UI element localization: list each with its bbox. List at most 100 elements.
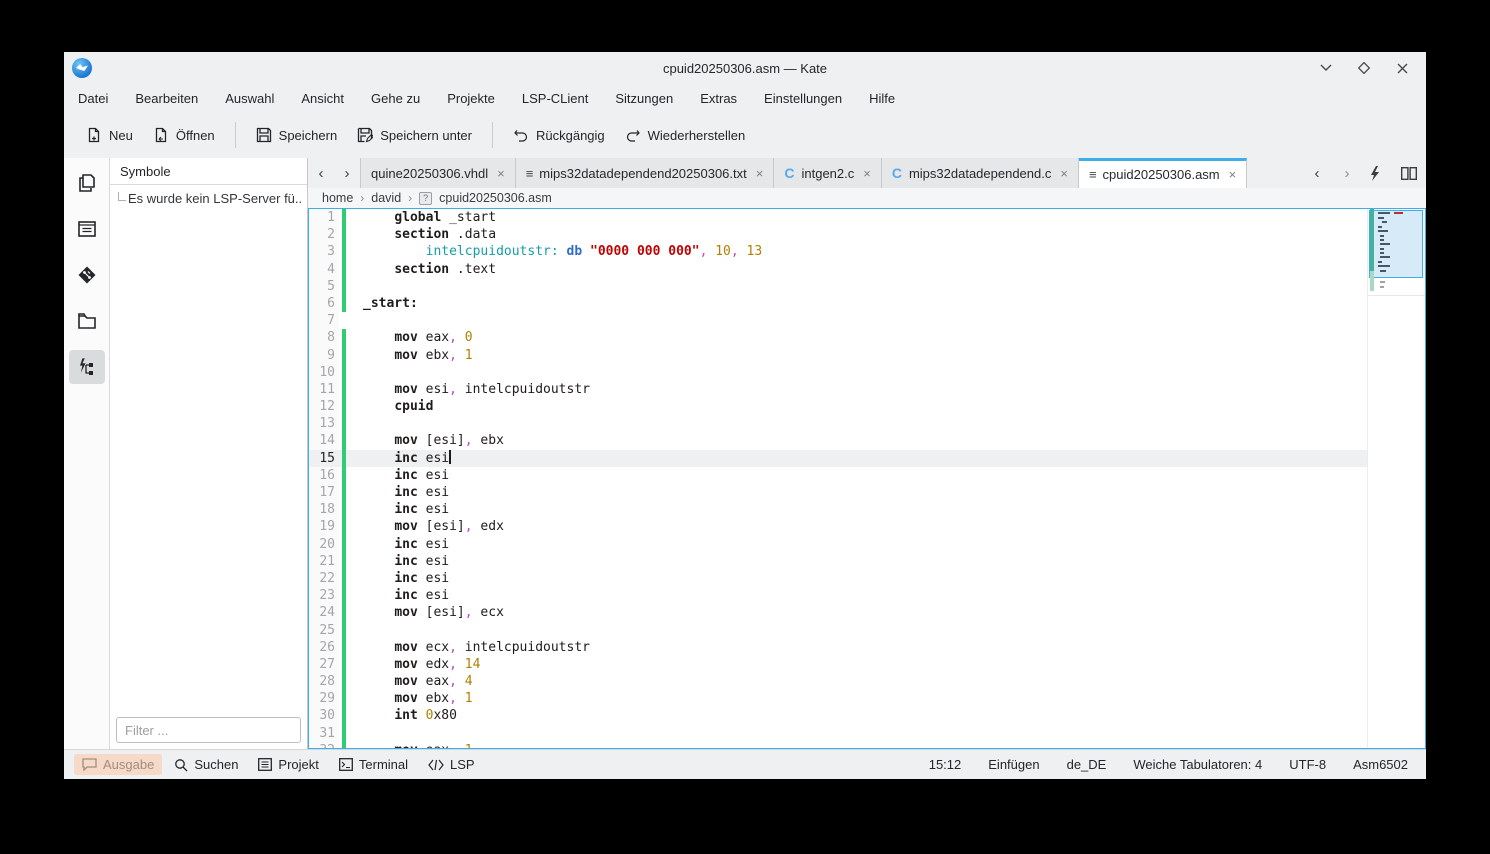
code-line-26[interactable]: 26 mov ecx, intelcpuidoutstr	[309, 639, 1367, 656]
minimap-viewport[interactable]	[1369, 210, 1423, 278]
menu-item-ansicht[interactable]: Ansicht	[301, 91, 344, 106]
code-line-25[interactable]: 25	[309, 622, 1367, 639]
symbol-filter-input[interactable]	[116, 717, 301, 743]
project-toolview-button[interactable]: Projekt	[250, 754, 326, 775]
filesystem-icon[interactable]	[69, 304, 105, 338]
code-line-8[interactable]: 8 mov eax, 0	[309, 329, 1367, 346]
tab-scroll-right-icon[interactable]: ›	[334, 158, 360, 188]
code-line-16[interactable]: 16 inc esi	[309, 467, 1367, 484]
menu-item-lsp-client[interactable]: LSP-CLient	[522, 91, 588, 106]
menu-item-einstellungen[interactable]: Einstellungen	[764, 91, 842, 106]
code-line-23[interactable]: 23 inc esi	[309, 587, 1367, 604]
code-line-30[interactable]: 30 int 0x80	[309, 707, 1367, 724]
code-line-4[interactable]: 4 section .text	[309, 261, 1367, 278]
code-line-22[interactable]: 22 inc esi	[309, 570, 1367, 587]
lsp-server-message[interactable]: Es wurde kein LSP-Server fü...	[128, 191, 303, 206]
close-icon[interactable]	[1394, 60, 1410, 76]
code-line-3[interactable]: 3 intelcpuidoutstr: db "0000 000 000", 1…	[309, 243, 1367, 260]
menu-item-extras[interactable]: Extras	[700, 91, 737, 106]
code-line-6[interactable]: 6_start:	[309, 295, 1367, 312]
search-toolview-button[interactable]: Suchen	[166, 754, 246, 775]
editor-view[interactable]: 1 global _start2 section .data3 intelcpu…	[308, 208, 1426, 749]
minimap-scrollbar[interactable]	[1367, 209, 1425, 748]
tab-close-icon[interactable]: ×	[863, 166, 871, 181]
open-button[interactable]: Öffnen	[143, 121, 225, 149]
tab-close-icon[interactable]: ×	[1060, 166, 1068, 181]
code-line-32[interactable]: 32 mov eax, 1	[309, 742, 1367, 748]
toolview-button-label: Suchen	[194, 757, 238, 772]
output-toolview-button[interactable]: Ausgabe	[74, 754, 162, 775]
lsp-toolview-button[interactable]: LSP	[420, 754, 483, 775]
status-syntax-mode[interactable]: Asm6502	[1353, 757, 1408, 772]
menu-item-gehe-zu[interactable]: Gehe zu	[371, 91, 420, 106]
code-text: inc esi	[346, 450, 451, 467]
menu-item-auswahl[interactable]: Auswahl	[225, 91, 274, 106]
code-line-29[interactable]: 29 mov ebx, 1	[309, 690, 1367, 707]
history-back-icon[interactable]: ‹	[1304, 165, 1330, 182]
status-cursor-position[interactable]: 15:12	[929, 757, 962, 772]
documents-icon[interactable]	[69, 166, 105, 200]
git-icon[interactable]	[69, 258, 105, 292]
code-line-10[interactable]: 10	[309, 364, 1367, 381]
tab-quine20250306-vhdl[interactable]: quine20250306.vhdl×	[360, 158, 516, 188]
code-line-11[interactable]: 11 mov esi, intelcpuidoutstr	[309, 381, 1367, 398]
status-dictionary[interactable]: de_DE	[1067, 757, 1107, 772]
tab-close-icon[interactable]: ×	[497, 166, 505, 181]
minimize-icon[interactable]	[1318, 60, 1334, 76]
code-line-5[interactable]: 5	[309, 278, 1367, 295]
menu-item-datei[interactable]: Datei	[78, 91, 108, 106]
code-line-21[interactable]: 21 inc esi	[309, 553, 1367, 570]
menu-item-projekte[interactable]: Projekte	[447, 91, 495, 106]
lsp-symbols-icon[interactable]	[69, 350, 105, 384]
breadcrumb-david[interactable]: david	[371, 191, 401, 205]
code-line-13[interactable]: 13	[309, 415, 1367, 432]
titlebar[interactable]: cpuid20250306.asm — Kate	[64, 52, 1426, 84]
outline-icon[interactable]	[69, 212, 105, 246]
menu-item-bearbeiten[interactable]: Bearbeiten	[135, 91, 198, 106]
code-line-24[interactable]: 24 mov [esi], ecx	[309, 604, 1367, 621]
code-line-18[interactable]: 18 inc esi	[309, 501, 1367, 518]
save-as-button[interactable]: Speichern unter	[347, 121, 482, 149]
tab-mips32datadependend20250306-txt[interactable]: ≡mips32datadependend20250306.txt×	[516, 158, 775, 188]
redo-button[interactable]: Wiederherstellen	[615, 121, 756, 149]
save-button[interactable]: Speichern	[246, 121, 348, 149]
menu-item-hilfe[interactable]: Hilfe	[869, 91, 895, 106]
code-line-9[interactable]: 9 mov ebx, 1	[309, 347, 1367, 364]
code-line-17[interactable]: 17 inc esi	[309, 484, 1367, 501]
undo-button[interactable]: Rückgängig	[503, 121, 615, 149]
line-number: 21	[309, 553, 339, 570]
output-icon	[82, 758, 97, 771]
tab-close-icon[interactable]: ×	[1229, 167, 1237, 182]
code-line-20[interactable]: 20 inc esi	[309, 536, 1367, 553]
tab-scroll-left-icon[interactable]: ‹	[308, 158, 334, 188]
status-tab-mode[interactable]: Weiche Tabulatoren: 4	[1133, 757, 1262, 772]
maximize-icon[interactable]	[1356, 60, 1372, 76]
tab-intgen2-c[interactable]: Cintgen2.c×	[774, 158, 881, 188]
split-view-icon[interactable]	[1398, 167, 1420, 180]
status-encoding[interactable]: UTF-8	[1289, 757, 1326, 772]
code-area[interactable]: 1 global _start2 section .data3 intelcpu…	[309, 209, 1367, 748]
tab-mips32datadependend-c[interactable]: Cmips32datadependend.c×	[882, 158, 1079, 188]
breadcrumb-file[interactable]: cpuid20250306.asm	[439, 191, 552, 205]
status-insert-mode[interactable]: Einfügen	[988, 757, 1039, 772]
code-line-31[interactable]: 31	[309, 725, 1367, 742]
menu-item-sitzungen[interactable]: Sitzungen	[615, 91, 673, 106]
breadcrumb-home[interactable]: home	[322, 191, 353, 205]
code-line-12[interactable]: 12 cpuid	[309, 398, 1367, 415]
code-line-2[interactable]: 2 section .data	[309, 226, 1367, 243]
code-line-19[interactable]: 19 mov [esi], edx	[309, 518, 1367, 535]
code-line-27[interactable]: 27 mov edx, 14	[309, 656, 1367, 673]
history-forward-icon[interactable]: ›	[1334, 165, 1360, 182]
terminal-toolview-button[interactable]: Terminal	[331, 754, 416, 775]
quick-open-icon[interactable]	[1364, 166, 1386, 181]
code-line-1[interactable]: 1 global _start	[309, 209, 1367, 226]
tab-close-icon[interactable]: ×	[756, 166, 764, 181]
code-line-14[interactable]: 14 mov [esi], ebx	[309, 432, 1367, 449]
code-line-15[interactable]: 15 inc esi	[309, 450, 1367, 467]
code-line-28[interactable]: 28 mov eax, 4	[309, 673, 1367, 690]
code-text: mov eax, 4	[346, 673, 473, 690]
code-line-7[interactable]: 7	[309, 312, 1367, 329]
new-button[interactable]: Neu	[76, 121, 143, 149]
code-text: cpuid	[346, 398, 433, 415]
tab-cpuid20250306-asm[interactable]: ≡cpuid20250306.asm×	[1079, 158, 1247, 188]
